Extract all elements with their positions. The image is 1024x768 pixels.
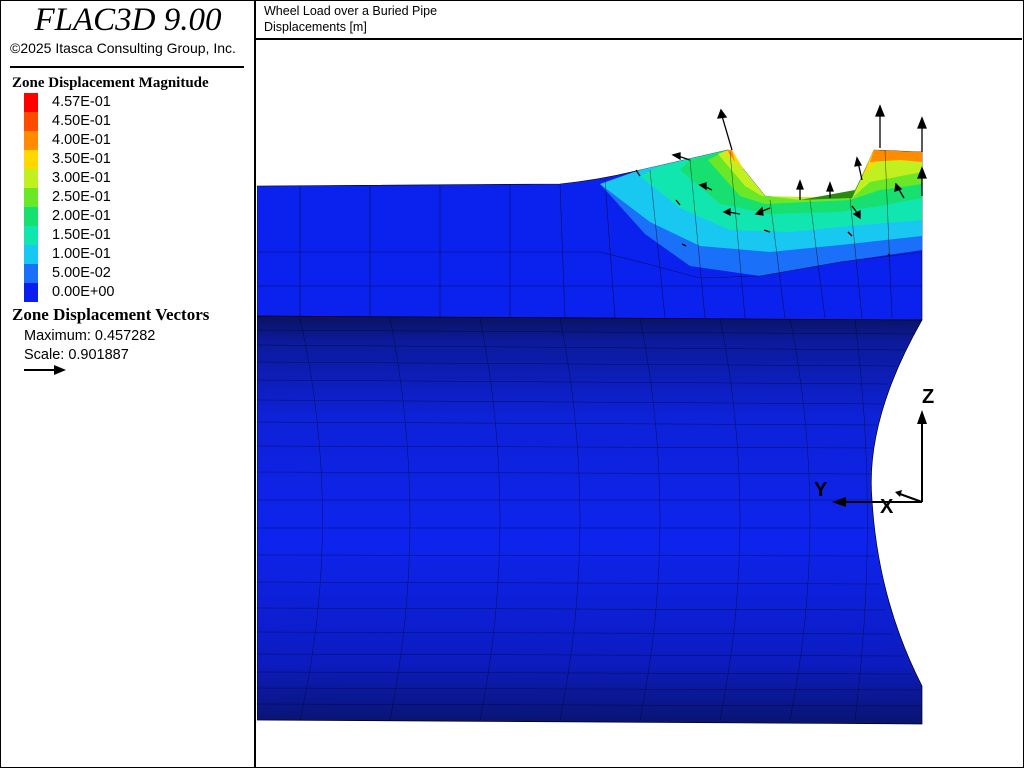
plot-subtitle: Displacements [m] — [264, 20, 367, 34]
legend-swatch — [24, 93, 38, 112]
legend-swatch — [24, 207, 38, 226]
legend-label: 0.00E+00 — [52, 284, 115, 300]
app-title: FLAC3D 9.00 — [34, 2, 222, 38]
legend-swatch — [24, 188, 38, 207]
legend-swatch — [24, 131, 38, 150]
legend-swatch — [24, 283, 38, 302]
buried-pipe — [257, 315, 923, 725]
vector-maximum: Maximum: 0.457282 — [24, 328, 156, 344]
model-viewport[interactable]: Z Y X — [257, 42, 1022, 766]
axis-x-label: X — [880, 496, 894, 518]
plot-title: Wheel Load over a Buried Pipe — [264, 4, 438, 18]
legend-panel: FLAC3D 9.00 ©2025 Itasca Consulting Grou… — [0, 0, 256, 768]
axis-y-label: Y — [814, 479, 828, 501]
legend-swatch — [24, 226, 38, 245]
legend-label: 1.00E-01 — [52, 246, 111, 262]
copyright-text: ©2025 Itasca Consulting Group, Inc. — [10, 40, 236, 56]
legend-label: 1.50E-01 — [52, 227, 111, 243]
legend-label: 4.50E-01 — [52, 113, 111, 129]
contour-band-4e-01 — [727, 150, 922, 162]
axis-z-label: Z — [922, 386, 934, 408]
legend-label: 3.50E-01 — [52, 151, 111, 167]
vector-scale: Scale: 0.901887 — [24, 347, 129, 363]
legend-label: 4.57E-01 — [52, 94, 111, 110]
legend-divider — [10, 66, 244, 68]
legend-label: 2.50E-01 — [52, 189, 111, 205]
legend-swatch — [24, 169, 38, 188]
plot-title-bar: Wheel Load over a Buried Pipe Displaceme… — [256, 0, 1022, 40]
vector-legend-heading: Zone Displacement Vectors — [12, 305, 210, 324]
legend-swatch — [24, 245, 38, 264]
legend-label: 2.00E-01 — [52, 208, 111, 224]
legend-label: 4.00E-01 — [52, 132, 111, 148]
scale-arrow-icon — [24, 365, 66, 375]
legend-swatch — [24, 150, 38, 169]
legend-label: 5.00E-02 — [52, 265, 111, 281]
legend-swatch — [24, 264, 38, 283]
legend-label: 3.00E-01 — [52, 170, 111, 186]
legend-swatch — [24, 112, 38, 131]
contour-legend-heading: Zone Displacement Magnitude — [12, 75, 209, 91]
